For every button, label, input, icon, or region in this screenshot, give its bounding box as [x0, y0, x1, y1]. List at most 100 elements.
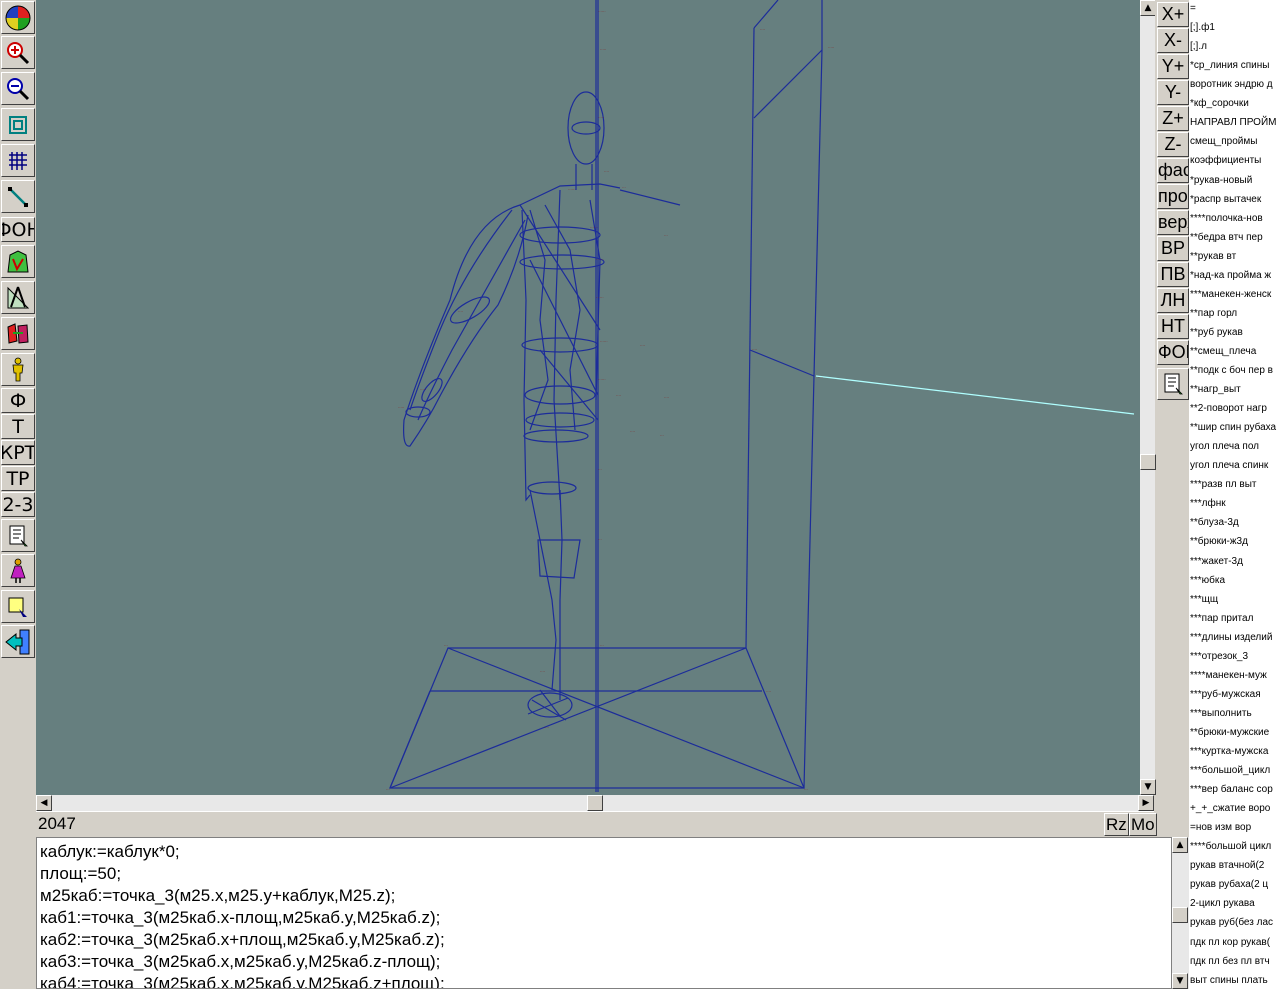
script-editor[interactable]: каблук:=каблук*0; площ:=50; м25каб:=точк… [36, 837, 1172, 989]
view-z-minus-button[interactable]: Z- [1157, 132, 1189, 157]
view-x-plus-button[interactable]: X+ [1157, 2, 1189, 27]
view-pv-button[interactable]: ПВ [1157, 262, 1189, 287]
command-list-item[interactable]: **брюки-мужские [1190, 726, 1269, 739]
tr-button[interactable]: ТР [1, 466, 35, 491]
two-three-button[interactable]: 2-3 [1, 492, 35, 517]
view-nt-button[interactable]: НТ [1157, 314, 1189, 339]
dress-figure-icon[interactable] [1, 554, 35, 587]
edit-list-icon[interactable] [1157, 368, 1189, 400]
command-list-item[interactable]: **рукав вт [1190, 250, 1236, 263]
exit-icon[interactable] [1, 625, 35, 658]
command-list-item[interactable]: угол плеча пол [1190, 440, 1259, 453]
select-region-icon[interactable] [1, 590, 35, 623]
view-vr-button[interactable]: ВР [1157, 236, 1189, 261]
command-list-item[interactable]: *распр вытачек [1190, 193, 1261, 206]
command-list-item[interactable]: *ср_линия спины [1190, 59, 1269, 72]
command-list-item[interactable]: **смещ_плеча [1190, 345, 1256, 358]
view-x-minus-button[interactable]: X- [1157, 28, 1189, 53]
grid-icon[interactable] [1, 144, 35, 177]
command-list-item[interactable]: [;].ф1 [1190, 21, 1215, 34]
command-list-item[interactable]: **нагр_выт [1190, 383, 1241, 396]
compass-icon[interactable] [1, 281, 35, 314]
command-list-item[interactable]: *над-ка пройма ж [1190, 269, 1271, 282]
view-front-button[interactable]: фас [1157, 158, 1189, 183]
view-z-plus-button[interactable]: Z+ [1157, 106, 1189, 131]
rz-button[interactable]: Rz [1104, 813, 1129, 836]
scroll-right-arrow-icon[interactable]: ▶ [1138, 795, 1154, 811]
scroll-left-arrow-icon[interactable]: ◀ [36, 795, 52, 811]
pattern-icon[interactable] [1, 245, 35, 278]
command-list-item[interactable]: пдк пл кор рукав( [1190, 936, 1270, 949]
fit-view-icon[interactable] [1, 108, 35, 141]
3d-viewport[interactable]: ................ ............. .........… [36, 0, 1140, 795]
horizontal-scroll-thumb[interactable] [587, 795, 603, 811]
command-list-item[interactable]: воротник эндрю д [1190, 78, 1273, 91]
command-list-item[interactable]: = [1190, 2, 1196, 15]
command-list-item[interactable]: 2-цикл рукава [1190, 897, 1255, 910]
command-list-item[interactable]: ***пар притал [1190, 612, 1253, 625]
command-list-item[interactable]: ***вер баланс сор [1190, 783, 1273, 796]
command-list-item[interactable]: рукав втачной(2 [1190, 859, 1264, 872]
command-list-item[interactable]: ***юбка [1190, 574, 1225, 587]
mannequin-icon[interactable] [1, 353, 35, 386]
command-list-item[interactable]: выт спины плать [1190, 974, 1268, 987]
command-list-item[interactable]: ***отрезок_3 [1190, 650, 1248, 663]
command-list-item[interactable]: **руб рукав [1190, 326, 1243, 339]
viewport-vertical-scrollbar[interactable]: ▲ ▼ [1140, 0, 1156, 795]
command-list-item[interactable]: +_+_сжатие воро [1190, 802, 1270, 815]
command-list-item[interactable]: ***выполнить [1190, 707, 1252, 720]
command-list-item[interactable]: смещ_проймы [1190, 135, 1257, 148]
view-top-button[interactable]: верх [1157, 210, 1189, 235]
script-scroll-up-arrow-icon[interactable]: ▲ [1172, 837, 1188, 853]
script-scroll-thumb[interactable] [1172, 907, 1188, 923]
command-list-item[interactable]: ****манекен-муж [1190, 669, 1267, 682]
command-list-item[interactable]: *кф_сорочки [1190, 97, 1249, 110]
background-button[interactable]: ФОН [1, 217, 35, 242]
command-list-item[interactable]: **брюки-ж3д [1190, 535, 1248, 548]
zoom-out-icon[interactable] [1, 72, 35, 105]
command-list-item[interactable]: **пар горл [1190, 307, 1237, 320]
scroll-up-arrow-icon[interactable]: ▲ [1140, 0, 1156, 16]
command-list-item[interactable]: ***куртка-мужска [1190, 745, 1268, 758]
command-list-item[interactable]: ***длины изделий [1190, 631, 1272, 644]
fabric-pieces-icon[interactable] [1, 317, 35, 350]
command-list-item[interactable]: коэффициенты [1190, 154, 1261, 167]
command-list-item[interactable]: угол плеча спинк [1190, 459, 1268, 472]
vertical-scroll-thumb[interactable] [1140, 454, 1156, 470]
view-background-button[interactable]: ФОН [1157, 340, 1189, 365]
view-ln-button[interactable]: ЛН [1157, 288, 1189, 313]
command-list[interactable]: = [;].ф1 [;].л *ср_линия спины воротник эндр… [1189, 0, 1280, 989]
command-list-item[interactable]: ***руб-мужская [1190, 688, 1261, 701]
command-list-item[interactable]: рукав руб(без лас [1190, 916, 1273, 929]
script-scroll-down-arrow-icon[interactable]: ▼ [1172, 973, 1188, 989]
color-palette-icon[interactable] [1, 1, 35, 34]
command-list-item[interactable]: **блуза-3д [1190, 516, 1239, 529]
view-y-plus-button[interactable]: Y+ [1157, 54, 1189, 79]
edit-list-icon[interactable] [1, 519, 35, 552]
script-scrollbar[interactable]: ▲ ▼ [1172, 837, 1189, 989]
command-list-item[interactable]: пдк пл без пл втч [1190, 955, 1270, 968]
mo-button[interactable]: Mo [1129, 813, 1157, 836]
command-list-item[interactable]: **шир спин рубаха [1190, 421, 1276, 434]
t-button[interactable]: Т [1, 414, 35, 439]
command-list-item[interactable]: **подк с боч пер в [1190, 364, 1273, 377]
command-list-item[interactable]: ***большой_цикл [1190, 764, 1270, 777]
command-list-item[interactable]: [;].л [1190, 40, 1207, 53]
view-y-minus-button[interactable]: Y- [1157, 80, 1189, 105]
command-list-item[interactable]: ***жакет-3д [1190, 555, 1243, 568]
zoom-in-icon[interactable] [1, 36, 35, 69]
command-list-item[interactable]: ***лфнк [1190, 497, 1226, 510]
command-list-item[interactable]: ****полочка-нов [1190, 212, 1263, 225]
krt-button[interactable]: КРТ [1, 440, 35, 465]
command-list-item[interactable]: **бедра втч пер [1190, 231, 1263, 244]
command-list-item[interactable]: =нов изм вор [1190, 821, 1251, 834]
scroll-down-arrow-icon[interactable]: ▼ [1140, 779, 1156, 795]
command-list-item[interactable]: рукав рубаха(2 ц [1190, 878, 1268, 891]
command-list-item[interactable]: **2-поворот нагр [1190, 402, 1267, 415]
viewport-horizontal-scrollbar[interactable]: ◀ ▶ [36, 795, 1154, 811]
command-list-item[interactable]: НАПРАВЛ ПРОЙМ [1190, 116, 1276, 129]
line-tool-icon[interactable] [1, 180, 35, 213]
command-list-item[interactable]: ***разв пл выт [1190, 478, 1256, 491]
command-list-item[interactable]: ***манекен-женск [1190, 288, 1271, 301]
view-profile-button[interactable]: проф [1157, 184, 1189, 209]
